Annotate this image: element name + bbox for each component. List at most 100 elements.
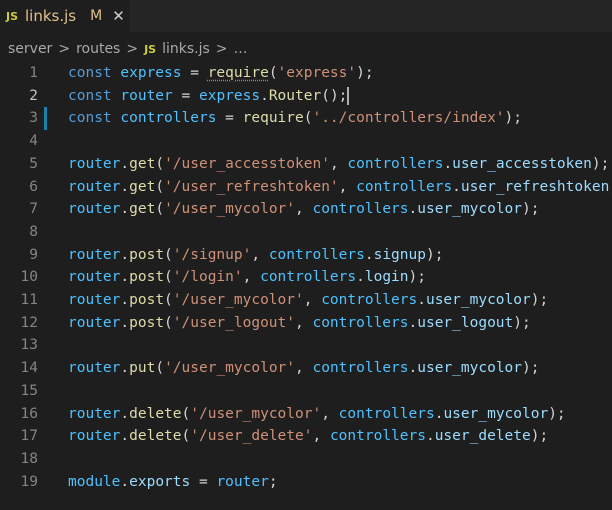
code-token: .	[120, 405, 130, 422]
code-token: router	[68, 405, 121, 422]
code-token: (	[181, 405, 191, 422]
code-line[interactable]: 3 const controllers = require('../control…	[0, 107, 612, 131]
code-token: '/user_delete'	[190, 428, 313, 445]
code-token: router	[216, 473, 269, 490]
line-number: 19	[20, 473, 38, 490]
line-number: 8	[29, 223, 38, 240]
code-token: post	[129, 269, 165, 286]
code-token: router	[68, 360, 121, 377]
code-token: controllers	[312, 314, 409, 331]
code-token: );	[513, 314, 531, 331]
code-text: router.get('/user_mycolor', controllers.…	[68, 198, 539, 221]
code-token: (	[164, 314, 173, 331]
code-token: .	[443, 155, 453, 172]
line-number: 9	[29, 246, 38, 263]
code-token: ,	[242, 269, 261, 286]
code-token: user_refreshtoken	[460, 178, 610, 195]
code-token: .	[120, 201, 130, 218]
line-number: 16	[20, 405, 38, 422]
breadcrumb-item-routes[interactable]: routes	[76, 41, 120, 57]
code-line[interactable]: 18	[0, 448, 612, 471]
code-token: router	[68, 314, 121, 331]
code-token: router	[68, 292, 121, 308]
code-token: (	[155, 360, 165, 377]
code-text: router.delete('/user_delete', controller…	[68, 425, 548, 448]
code-token: (	[164, 292, 173, 308]
code-line[interactable]: 10 router.post('/login', controllers.logi…	[0, 266, 612, 289]
code-token: ,	[251, 246, 269, 263]
close-icon[interactable]: ✕	[112, 7, 125, 25]
code-line[interactable]: 12 router.post('/user_logout', controller…	[0, 312, 612, 335]
code-token: (	[155, 201, 165, 218]
code-token: '/user_logout'	[172, 314, 295, 331]
code-line[interactable]: 5 router.get('/user_accesstoken', control…	[0, 153, 612, 176]
breadcrumb-item-file[interactable]: links.js	[162, 41, 210, 57]
line-number: 15	[20, 382, 38, 399]
code-token: =	[172, 87, 199, 104]
code-token: ,	[303, 292, 322, 308]
code-token: .	[120, 473, 130, 490]
code-token: controllers	[120, 110, 217, 127]
code-token: delete	[129, 428, 182, 445]
code-token: (	[268, 65, 278, 81]
code-token: require	[207, 65, 269, 81]
code-token: require	[242, 110, 304, 127]
code-token: (	[155, 155, 165, 172]
line-number: 3	[29, 110, 38, 127]
tab-label: links.js	[25, 7, 77, 25]
code-token: ,	[295, 314, 313, 331]
chevron-right-icon: >	[58, 41, 71, 57]
code-token: user_mycolor	[417, 360, 523, 377]
code-token: ,	[321, 405, 339, 422]
code-token: );	[504, 110, 522, 127]
code-line[interactable]: 8	[0, 221, 612, 244]
code-line[interactable]: 15	[0, 380, 612, 403]
code-line[interactable]: 11 router.post('/user_mycolor', controlle…	[0, 289, 612, 312]
tab-links-js[interactable]: JS links.js M ✕	[0, 0, 130, 32]
code-token: '/login'	[172, 269, 243, 286]
code-token: login	[364, 269, 409, 286]
code-token: '/user_mycolor'	[164, 360, 296, 377]
code-token: '/signup'	[172, 246, 252, 263]
code-token: express	[120, 65, 182, 81]
code-token: ,	[312, 428, 330, 445]
code-text: router.post('/login', controllers.login)…	[68, 266, 426, 289]
code-token: router	[68, 155, 121, 172]
code-text: const controllers = require('../controll…	[68, 107, 522, 130]
code-token: .	[425, 428, 435, 445]
tab-bar: JS links.js M ✕	[0, 0, 612, 32]
code-token: .	[364, 246, 374, 263]
code-line[interactable]: 19 module.exports = router;	[0, 471, 612, 494]
code-token: .	[120, 428, 130, 445]
code-token: =	[216, 110, 243, 127]
line-number: 10	[20, 269, 38, 286]
code-line[interactable]: 2 const router = express.Router();	[0, 85, 612, 108]
code-token: controllers	[260, 269, 357, 286]
code-line[interactable]: 4	[0, 130, 612, 153]
code-token: user_mycolor	[443, 405, 549, 422]
code-token: =	[181, 65, 208, 81]
code-line[interactable]: 1 const express = require('express');	[0, 62, 612, 85]
code-text: const router = express.Router();	[68, 85, 350, 108]
line-number: 2	[29, 87, 38, 104]
code-token: module	[68, 473, 121, 490]
code-token: get	[129, 178, 156, 195]
code-line[interactable]: 16 router.delete('/user_mycolor', control…	[0, 403, 612, 426]
code-line[interactable]: 7 router.get('/user_mycolor', controllers…	[0, 198, 612, 221]
git-change-marker[interactable]	[44, 107, 47, 131]
code-line[interactable]: 17 router.delete('/user_delete', controll…	[0, 425, 612, 448]
code-token: );	[548, 405, 566, 422]
line-number: 5	[29, 155, 38, 172]
code-text: router.post('/signup', controllers.signu…	[68, 244, 443, 267]
code-token: );	[530, 292, 549, 308]
breadcrumb-item-more[interactable]: …	[234, 41, 248, 57]
code-token: .	[408, 360, 418, 377]
code-token: controllers	[356, 178, 453, 195]
breadcrumb-item-server[interactable]: server	[8, 41, 52, 57]
code-token: '/user_mycolor'	[172, 292, 304, 308]
code-token: '/user_mycolor'	[164, 201, 296, 218]
code-line[interactable]: 14 router.put('/user_mycolor', controller…	[0, 357, 612, 380]
code-line[interactable]: 6 router.get('/user_refreshtoken', contro…	[0, 176, 612, 199]
code-line[interactable]: 13	[0, 334, 612, 357]
code-line[interactable]: 9 router.post('/signup', controllers.sign…	[0, 244, 612, 267]
